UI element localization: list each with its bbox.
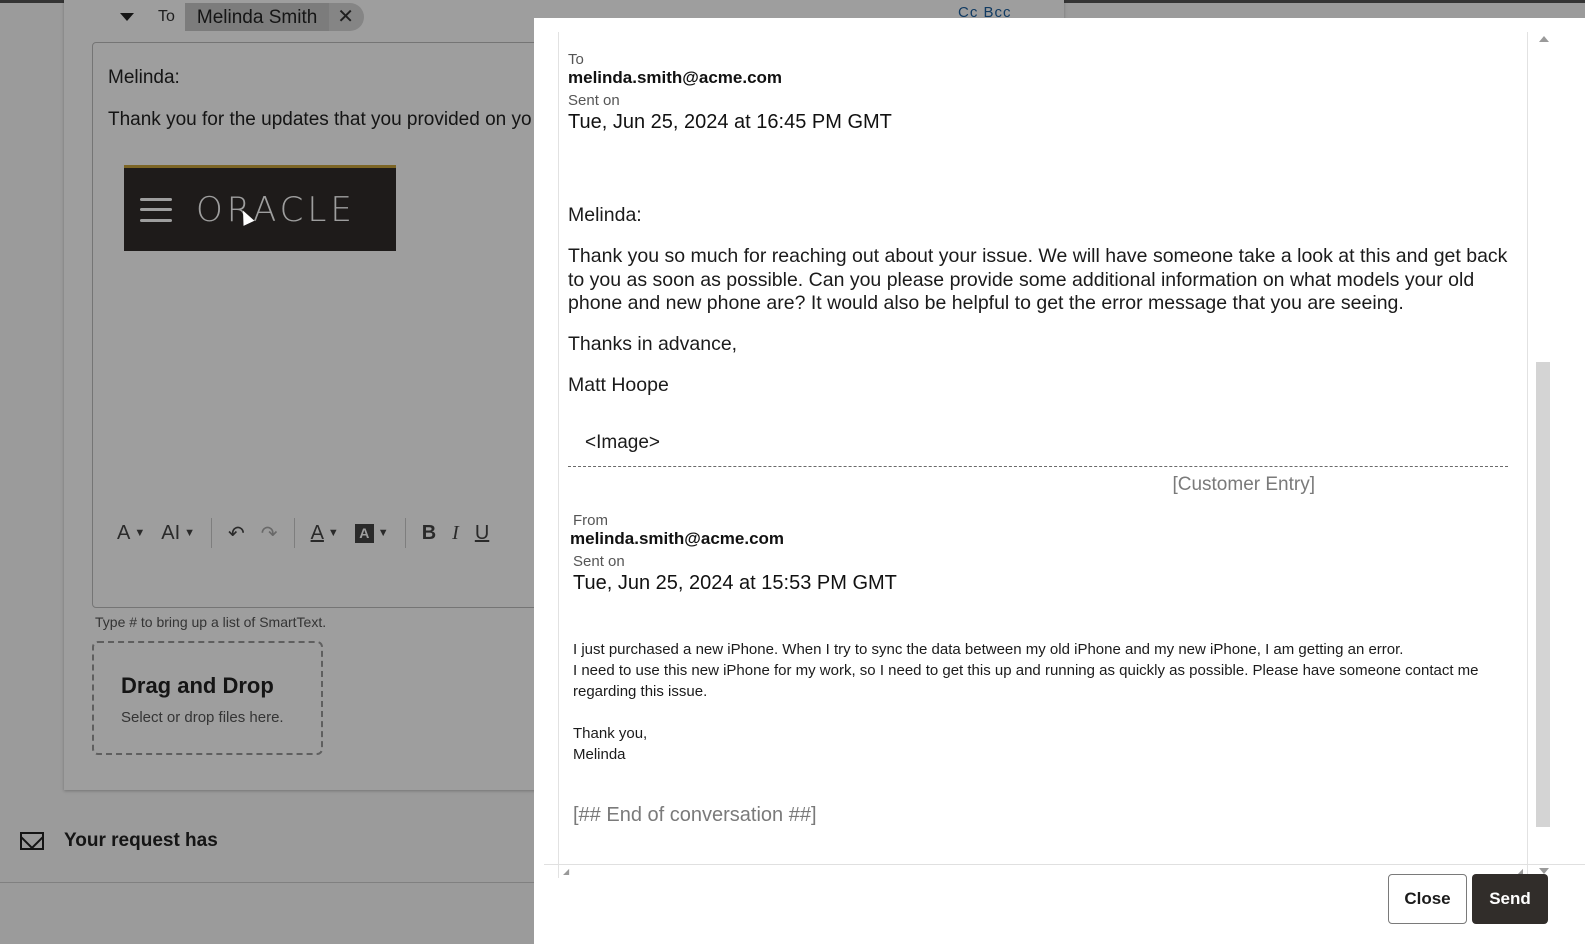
sent-on-label: Sent on: [568, 92, 620, 109]
dashed-divider: [568, 466, 1508, 467]
from-email: melinda.smith@acme.com: [570, 529, 784, 549]
reply-thanks: Thanks in advance,: [568, 333, 1528, 357]
to-email: melinda.smith@acme.com: [568, 68, 782, 88]
footer-divider: [544, 864, 1585, 865]
reply-signature: Matt Hoope: [568, 374, 1528, 398]
to-label: To: [568, 51, 584, 68]
send-button[interactable]: Send: [1472, 874, 1548, 924]
sent-on-label: Sent on: [573, 553, 625, 570]
customer-name: Melinda: [573, 744, 1528, 765]
sent-on-date: Tue, Jun 25, 2024 at 16:45 PM GMT: [568, 111, 892, 134]
customer-line-1: I just purchased a new iPhone. When I tr…: [573, 639, 1513, 660]
customer-closing: Thank you,: [573, 723, 1528, 744]
resize-handle-icon: ◢: [563, 867, 569, 876]
image-placeholder: <Image>: [585, 432, 660, 454]
conversation-dialog: To melinda.smith@acme.com Sent on Tue, J…: [534, 18, 1585, 944]
conversation-scroll-area[interactable]: To melinda.smith@acme.com Sent on Tue, J…: [558, 32, 1528, 878]
scrollbar-thumb[interactable]: [1536, 362, 1550, 827]
customer-entry-label: [Customer Entry]: [559, 474, 1315, 496]
scroll-up-icon[interactable]: [1539, 36, 1549, 42]
reply-greeting: Melinda:: [568, 204, 1528, 228]
close-button[interactable]: Close: [1388, 874, 1467, 924]
sent-on-date: Tue, Jun 25, 2024 at 15:53 PM GMT: [573, 572, 897, 595]
vertical-scrollbar[interactable]: [1535, 32, 1551, 878]
reply-paragraph: Thank you so much for reaching out about…: [568, 245, 1528, 316]
end-of-conversation: [## End of conversation ##]: [573, 804, 817, 827]
from-label: From: [573, 512, 608, 529]
customer-line-2: I need to use this new iPhone for my wor…: [573, 660, 1513, 702]
